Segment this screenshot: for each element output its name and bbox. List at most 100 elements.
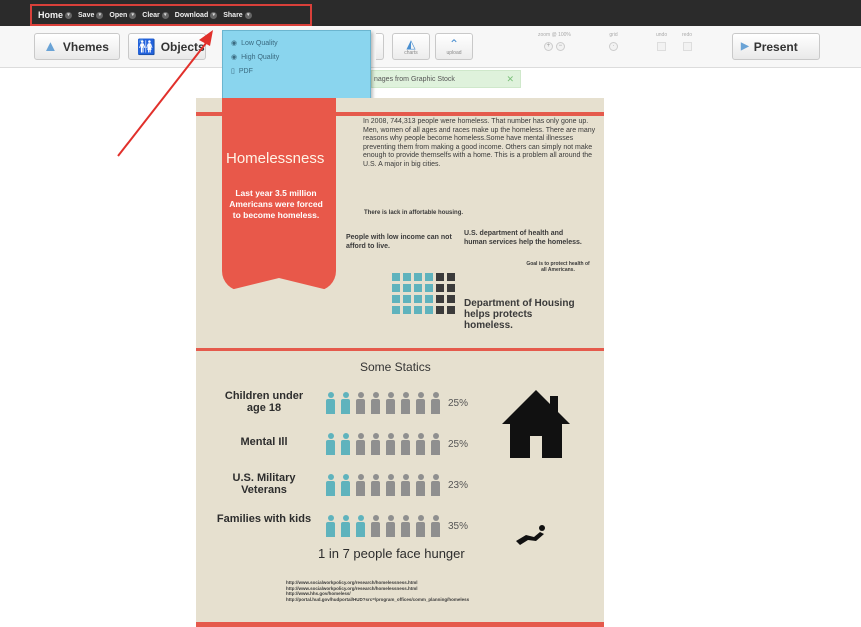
person-icon: [356, 392, 365, 414]
person-body: [401, 399, 410, 414]
person-head: [342, 474, 349, 480]
infographic-canvas: Homelessness Last year 3.5 million Ameri…: [196, 98, 604, 627]
person-icon: [416, 433, 425, 455]
grid-square: [414, 284, 422, 292]
grid-square: [392, 306, 400, 314]
person-icon: [326, 433, 335, 455]
grid-square: [392, 284, 400, 292]
square-grid-graphic: [392, 273, 455, 314]
grid-square: [425, 295, 433, 303]
grid-square: [425, 273, 433, 281]
grid-square: [414, 273, 422, 281]
swimmer-icon: [516, 525, 545, 545]
stat-percent: 23%: [448, 480, 469, 491]
person-body: [356, 522, 365, 537]
person-head: [327, 474, 334, 480]
person-icon: [416, 392, 425, 414]
person-icon: [386, 474, 395, 496]
grid-square: [392, 273, 400, 281]
section-divider: [196, 348, 604, 351]
person-icon: [401, 515, 410, 537]
infographic-title: Homelessness: [226, 150, 325, 167]
person-icon: [431, 515, 440, 537]
person-icon: [401, 392, 410, 414]
person-head: [357, 515, 364, 521]
people-figure-row: [326, 433, 440, 455]
person-body: [371, 522, 380, 537]
person-head: [402, 515, 409, 521]
grid-square: [436, 284, 444, 292]
person-icon: [341, 433, 350, 455]
house-icon: [502, 390, 570, 458]
person-body: [431, 440, 440, 455]
person-icon: [386, 392, 395, 414]
person-head: [372, 392, 379, 398]
grid-square: [436, 295, 444, 303]
reference-link[interactable]: http://portal.hud.gov/hudportal/HUD?src=…: [286, 597, 469, 603]
person-head: [417, 433, 424, 439]
person-body: [341, 399, 350, 414]
person-head: [417, 392, 424, 398]
person-icon: [401, 474, 410, 496]
people-figure-row: [326, 515, 440, 537]
grid-square: [447, 273, 455, 281]
person-icon: [326, 392, 335, 414]
person-icon: [431, 474, 440, 496]
stat-label: U.S. Military Veterans: [232, 472, 296, 496]
person-body: [386, 481, 395, 496]
person-body: [386, 522, 395, 537]
person-body: [371, 399, 380, 414]
person-head: [372, 433, 379, 439]
person-icon: [431, 433, 440, 455]
person-icon: [401, 433, 410, 455]
person-icon: [341, 474, 350, 496]
person-head: [387, 392, 394, 398]
references: http://www.socialworkpolicy.org/research…: [286, 580, 469, 602]
person-body: [326, 440, 335, 455]
person-body: [341, 481, 350, 496]
person-body: [341, 440, 350, 455]
person-body: [416, 399, 425, 414]
low-income-text: People with low income can not afford to…: [346, 234, 452, 250]
person-icon: [431, 392, 440, 414]
person-head: [417, 474, 424, 480]
person-icon: [326, 515, 335, 537]
person-body: [371, 440, 380, 455]
person-icon: [356, 433, 365, 455]
person-head: [357, 392, 364, 398]
person-body: [356, 481, 365, 496]
person-body: [416, 481, 425, 496]
housing-text: Department of Housing helps protects hom…: [464, 298, 575, 331]
person-icon: [371, 474, 380, 496]
stat-label: Families with kids: [216, 513, 312, 525]
person-body: [356, 399, 365, 414]
stats-title: Some Statics: [360, 360, 431, 374]
person-body: [431, 399, 440, 414]
grid-square: [403, 295, 411, 303]
person-icon: [341, 392, 350, 414]
person-body: [341, 522, 350, 537]
stat-percent: 25%: [448, 439, 469, 450]
person-body: [401, 440, 410, 455]
person-head: [432, 433, 439, 439]
person-icon: [326, 474, 335, 496]
person-icon: [416, 515, 425, 537]
person-icon: [416, 474, 425, 496]
grid-square: [414, 295, 422, 303]
person-head: [402, 474, 409, 480]
person-head: [372, 474, 379, 480]
lack-housing-text: There is lack in affortable housing.: [364, 210, 464, 216]
stat-label: Children under age 18: [224, 390, 304, 414]
ribbon-text: Last year 3.5 million Americans were for…: [229, 188, 323, 220]
person-icon: [371, 433, 380, 455]
grid-square: [403, 284, 411, 292]
person-head: [402, 392, 409, 398]
person-body: [386, 399, 395, 414]
person-head: [327, 515, 334, 521]
stat-percent: 35%: [448, 521, 469, 532]
person-head: [327, 392, 334, 398]
people-figure-row: [326, 392, 440, 414]
stat-label: Mental Ill: [240, 436, 288, 448]
person-body: [386, 440, 395, 455]
person-body: [401, 481, 410, 496]
